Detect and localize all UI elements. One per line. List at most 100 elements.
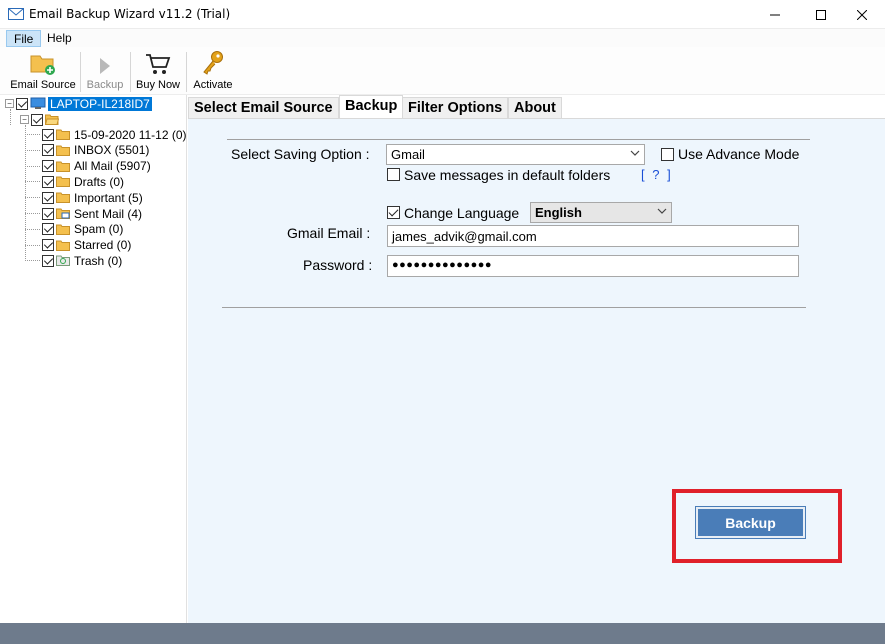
backup-toolbar-button[interactable]: Backup [84,50,126,94]
trash-folder-icon [56,255,70,267]
divider [227,139,810,140]
computer-name[interactable]: LAPTOP-IL218ID7 [48,96,152,111]
language-select[interactable]: English [530,202,672,223]
tab-backup[interactable]: Backup [339,95,404,118]
backup-toolbar-label: Backup [86,79,124,91]
toolbar-separator [130,52,131,92]
language-value: English [535,205,582,220]
tree-folder-drafts[interactable]: Drafts (0) [42,174,124,189]
status-bar [0,623,885,644]
tree-checkbox[interactable] [42,144,54,157]
play-arrow-icon [100,58,110,74]
close-icon [857,9,867,20]
collapse-icon[interactable]: − [5,99,14,108]
tree-checkbox[interactable] [42,223,54,236]
tree-checkbox[interactable] [42,175,54,188]
menu-help[interactable]: Help [40,30,79,47]
default-folders-checkbox[interactable] [387,168,400,181]
advance-mode-checkbox[interactable] [661,148,674,161]
folder-icon [56,129,70,140]
saving-option-label: Select Saving Option : [231,146,370,162]
close-button[interactable] [839,0,885,29]
shopping-cart-icon [146,54,171,74]
tree-folder-inbox[interactable]: INBOX (5501) [42,143,149,158]
folder-icon [56,224,70,235]
tree-folder-label: Trash (0) [74,253,123,268]
help-link[interactable]: [ ? ] [641,167,673,182]
tree-checkbox[interactable] [31,113,43,126]
tree-checkbox[interactable] [42,254,54,267]
menu-file[interactable]: File [6,30,42,47]
toolbar: Email Source Backup Buy Now Activate [0,47,885,95]
tree-checkbox[interactable] [42,191,54,204]
password-label: Password : [303,257,373,273]
tree-folder-starred[interactable]: Starred (0) [42,238,131,253]
tree-checkbox[interactable] [42,239,54,252]
tree-folder-important[interactable]: Important (5) [42,190,143,205]
tree-folder-label: All Mail (5907) [74,159,151,174]
change-language-label: Change Language [404,205,520,221]
tree-folder-trash[interactable]: Trash (0) [42,253,122,268]
computer-icon [30,97,46,109]
chevron-down-icon [630,150,640,156]
folder-icon [56,161,70,172]
chevron-down-icon [657,208,667,214]
folder-tree: − LAPTOP-IL218ID7 − 15-09-2020 11-12 (0)… [0,95,187,623]
email-source-button[interactable]: Email Source [10,50,76,94]
default-folders-label: Save messages in default folders [404,167,611,183]
buy-now-label: Buy Now [135,79,181,91]
maximize-icon [816,9,826,20]
envelope-icon [8,8,24,20]
tree-folder-label: 15-09-2020 11-12 (0) [74,127,187,142]
menu-bar: File Help [0,29,885,47]
tree-root[interactable]: − LAPTOP-IL218ID7 [5,96,152,111]
folder-add-icon [30,55,55,75]
folder-icon [56,145,70,156]
maximize-button[interactable] [798,0,844,29]
toolbar-separator [186,52,187,92]
gmail-email-input[interactable]: james_advik@gmail.com [387,225,799,247]
tree-folder-label: Important (5) [74,190,143,205]
tree-checkbox[interactable] [42,207,54,220]
tree-folder-label: Drafts (0) [74,174,125,189]
gmail-email-label: Gmail Email : [287,225,371,241]
tree-folder-date-folder[interactable]: 15-09-2020 11-12 (0) [42,127,187,142]
minimize-icon [770,14,780,15]
divider [222,307,806,308]
saving-option-value: Gmail [391,147,425,162]
tree-account[interactable]: − [20,112,59,127]
saving-option-select[interactable]: Gmail [386,144,645,165]
window-title: Email Backup Wizard v11.2 (Trial) [29,7,231,21]
folder-icon [56,176,70,188]
tab-filter-options[interactable]: Filter Options [402,97,509,118]
tree-checkbox[interactable] [16,97,28,110]
collapse-icon[interactable]: − [20,115,29,124]
activate-button[interactable]: Activate [190,50,236,94]
buy-now-button[interactable]: Buy Now [134,50,182,94]
tab-select-email-source[interactable]: Select Email Source [188,97,339,118]
toolbar-separator [80,52,81,92]
folder-icon [56,240,70,251]
tree-folder-sent-mail[interactable]: Sent Mail (4) [42,206,142,221]
tree-folder-all-mail[interactable]: All Mail (5907) [42,159,151,174]
backup-button[interactable]: Backup [695,506,806,539]
minimize-button[interactable] [752,0,798,29]
email-source-label: Email Source [10,79,76,91]
title-bar: Email Backup Wizard v11.2 (Trial) [0,0,885,29]
activate-label: Activate [193,79,233,91]
key-icon [203,51,223,75]
tree-folder-spam[interactable]: Spam (0) [42,222,123,237]
tree-checkbox[interactable] [42,160,54,173]
folder-icon [56,192,70,204]
sent-folder-icon [56,208,70,219]
tree-folder-label: INBOX (5501) [74,143,150,158]
folder-open-icon [45,114,59,125]
tree-folder-label: Starred (0) [74,238,132,253]
tab-about[interactable]: About [508,97,562,118]
tree-folder-label: Sent Mail (4) [74,206,143,221]
change-language-checkbox[interactable] [387,206,400,219]
password-input[interactable]: ●●●●●●●●●●●●●● [387,255,799,277]
tree-folder-label: Spam (0) [74,222,124,237]
advance-mode-label: Use Advance Mode [678,146,800,162]
tree-checkbox[interactable] [42,128,54,141]
